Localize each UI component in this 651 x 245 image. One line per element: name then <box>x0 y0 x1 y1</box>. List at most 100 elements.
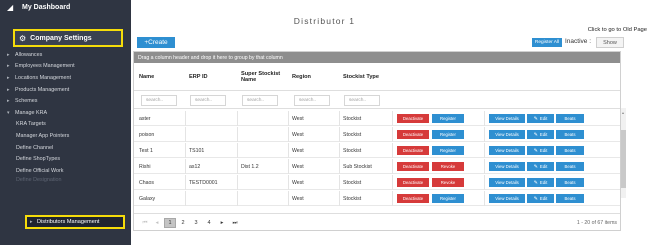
pager-prev-button[interactable]: ◂ <box>152 218 162 228</box>
distributor-grid: Drag a column header and drop it here to… <box>133 51 621 231</box>
edit-button-label: Edit <box>539 132 548 137</box>
cell-name: poison <box>139 131 155 138</box>
sidebar-item[interactable]: Define Official Work <box>0 165 131 177</box>
dashboard-icon: ◢ <box>7 2 14 12</box>
column-header-name[interactable]: Name <box>136 63 184 91</box>
beats-button[interactable]: Beats <box>556 130 584 139</box>
sidebar-item[interactable]: ▸ Products Management <box>0 84 131 96</box>
view-details-button[interactable]: View Details <box>489 162 525 171</box>
pager-first-button[interactable]: ⏮ <box>140 218 150 228</box>
filter-row: search.. search.. search.. search.. sear… <box>134 92 620 109</box>
register-all-button[interactable]: Register All <box>532 38 562 47</box>
column-divider <box>392 159 393 174</box>
edit-button[interactable]: ✎ Edit <box>527 178 554 187</box>
scrollbar-thumb[interactable] <box>621 130 626 188</box>
revoke-button[interactable]: Revoke <box>432 162 464 171</box>
filter-erp-input[interactable]: search.. <box>190 95 226 106</box>
view-details-button[interactable]: View Details <box>489 194 525 203</box>
column-header-super-stockist[interactable]: Super Stockist Name <box>238 63 286 91</box>
cell-name: Galaxy <box>139 195 156 202</box>
view-details-button[interactable]: View Details <box>489 114 525 123</box>
deactivate-button[interactable]: Deactivate <box>397 114 429 123</box>
pager-next-button[interactable]: ▸ <box>217 218 227 228</box>
column-header-stockist-type[interactable]: Stockist Type <box>340 63 390 91</box>
cell-erp <box>186 191 236 206</box>
view-details-button[interactable]: View Details <box>489 146 525 155</box>
pager-page-1[interactable]: 1 <box>164 218 176 228</box>
cell-region: West <box>292 115 304 122</box>
chevron-down-icon: ▾ <box>7 109 10 116</box>
sidebar-item[interactable]: KRA Targets <box>0 119 131 131</box>
deactivate-button[interactable]: Deactivate <box>397 178 429 187</box>
show-inactive-button[interactable]: Show <box>596 37 624 48</box>
view-details-button[interactable]: View Details <box>489 178 525 187</box>
pager-page-3[interactable]: 3 <box>191 218 201 228</box>
edit-button[interactable]: ✎ Edit <box>527 114 554 123</box>
sidebar-item[interactable]: ▸ Employees Management <box>0 61 131 73</box>
beats-button[interactable]: Beats <box>556 146 584 155</box>
register-button[interactable]: Register <box>432 130 464 139</box>
column-divider <box>484 159 485 174</box>
column-divider <box>392 127 393 142</box>
pager-page-4[interactable]: 4 <box>204 218 214 228</box>
table-row: aster West Stockist Deactivate Register View … <box>134 111 620 126</box>
chevron-right-icon: ▸ <box>7 98 10 105</box>
deactivate-button[interactable]: Deactivate <box>397 130 429 139</box>
edit-button[interactable]: ✎ Edit <box>527 130 554 139</box>
filter-stockist-type-input[interactable]: search.. <box>344 95 380 106</box>
cell-type: Stockist <box>343 179 362 186</box>
sidebar-item-label: Define Designation <box>16 177 62 183</box>
cell-super <box>238 127 288 142</box>
beats-button[interactable]: Beats <box>556 178 584 187</box>
sidebar-item[interactable]: Define ShopTypes <box>0 153 131 165</box>
filter-super-stockist-input[interactable]: search.. <box>242 95 278 106</box>
edit-button[interactable]: ✎ Edit <box>527 146 554 155</box>
sidebar-item-company-settings[interactable]: ⚙ Company Settings <box>13 29 123 47</box>
sidebar-item[interactable]: ▸ Schemes <box>0 95 131 107</box>
beats-button[interactable]: Beats <box>556 162 584 171</box>
scroll-up-icon[interactable]: ▴ <box>622 110 624 115</box>
gears-icon: ⚙ <box>19 33 27 43</box>
register-button[interactable]: Register <box>432 146 464 155</box>
edit-button[interactable]: ✎ Edit <box>527 194 554 203</box>
edit-button[interactable]: ✎ Edit <box>527 162 554 171</box>
deactivate-button[interactable]: Deactivate <box>397 162 429 171</box>
filter-name-input[interactable]: search.. <box>141 95 177 106</box>
sidebar-item[interactable]: ▸ Locations Management <box>0 72 131 84</box>
pager-page-2[interactable]: 2 <box>178 218 188 228</box>
sidebar-item-faded[interactable]: Define Designation <box>0 177 131 183</box>
cell-region: West <box>292 163 304 170</box>
sidebar-item-label: Distributors Management <box>37 219 100 225</box>
deactivate-button-label: Deactivate <box>402 180 424 185</box>
column-header-erp-id[interactable]: ERP ID <box>186 63 234 91</box>
deactivate-button-label: Deactivate <box>402 164 424 169</box>
cell-region: West <box>292 195 304 202</box>
grid-scrollbar[interactable] <box>621 108 626 198</box>
cell-name: Rishi <box>139 163 151 170</box>
beats-button[interactable]: Beats <box>556 194 584 203</box>
table-row: Rishi as12 Dist 1.2 West Sub Stockist Deactiv… <box>134 159 620 174</box>
sidebar-item-dashboard[interactable]: ◢ My Dashboard <box>0 0 131 14</box>
chevron-right-icon: ▸ <box>7 63 10 70</box>
sidebar-item[interactable]: ▾ Manage KRA <box>0 107 131 119</box>
sidebar-item[interactable]: Manager App Pointers <box>0 130 131 142</box>
beats-button-label: Beats <box>564 196 576 201</box>
pager-last-button[interactable]: ⏭ <box>230 218 240 228</box>
cell-super <box>238 111 288 126</box>
filter-region-input[interactable]: search.. <box>294 95 330 106</box>
group-by-bar[interactable]: Drag a column header and drop it here to… <box>134 52 620 63</box>
beats-button[interactable]: Beats <box>556 114 584 123</box>
sidebar-item[interactable]: Define Channel <box>0 142 131 154</box>
register-button[interactable]: Register <box>432 114 464 123</box>
sidebar-item[interactable]: ▸ Allowances <box>0 49 131 61</box>
create-button[interactable]: +Create <box>137 37 175 48</box>
cell-type: Stockist <box>343 195 362 202</box>
register-button[interactable]: Register <box>432 194 464 203</box>
revoke-button[interactable]: Revoke <box>432 178 464 187</box>
deactivate-button[interactable]: Deactivate <box>397 194 429 203</box>
view-details-button[interactable]: View Details <box>489 130 525 139</box>
sidebar-item-distributors-management[interactable]: ▸ Distributors Management <box>25 215 125 229</box>
old-page-link[interactable]: Click to go to Old Page <box>588 27 647 33</box>
deactivate-button[interactable]: Deactivate <box>397 146 429 155</box>
column-header-region[interactable]: Region <box>289 63 337 91</box>
